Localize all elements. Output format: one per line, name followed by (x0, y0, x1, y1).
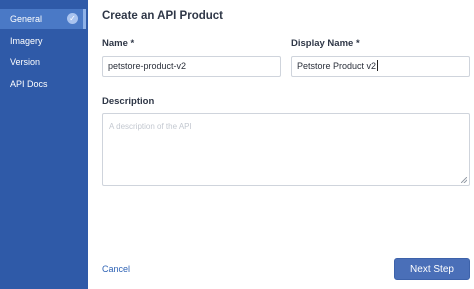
check-icon: ✓ (67, 13, 78, 24)
sidebar-item-api-docs[interactable]: API Docs (0, 74, 48, 94)
cancel-button[interactable]: Cancel (102, 264, 130, 274)
name-field[interactable]: petstore-product-v2 (102, 56, 281, 77)
text-cursor (377, 60, 379, 71)
description-label: Description (102, 96, 155, 107)
sidebar-item-general[interactable]: General ✓ (0, 9, 86, 29)
description-placeholder: A description of the API (109, 122, 192, 131)
wizard-sidebar: General ✓ Imagery Version API Docs (0, 0, 88, 289)
name-label: Name * (102, 38, 135, 49)
next-step-button[interactable]: Next Step (394, 258, 470, 280)
description-field[interactable]: A description of the API (102, 113, 470, 186)
name-value: petstore-product-v2 (108, 61, 187, 71)
active-indicator (83, 9, 86, 29)
display-name-field[interactable]: Petstore Product v2 (291, 56, 470, 77)
page-title: Create an API Product (102, 10, 223, 22)
sidebar-item-version[interactable]: Version (0, 52, 40, 72)
display-name-value: Petstore Product v2 (297, 61, 377, 71)
sidebar-item-imagery[interactable]: Imagery (0, 31, 43, 51)
sidebar-item-label: API Docs (10, 79, 48, 89)
resize-grip-icon[interactable] (461, 177, 467, 183)
display-name-label: Display Name * (291, 38, 360, 49)
sidebar-item-label: General (10, 14, 43, 24)
sidebar-item-label: Imagery (10, 36, 43, 46)
sidebar-item-label: Version (10, 57, 41, 67)
